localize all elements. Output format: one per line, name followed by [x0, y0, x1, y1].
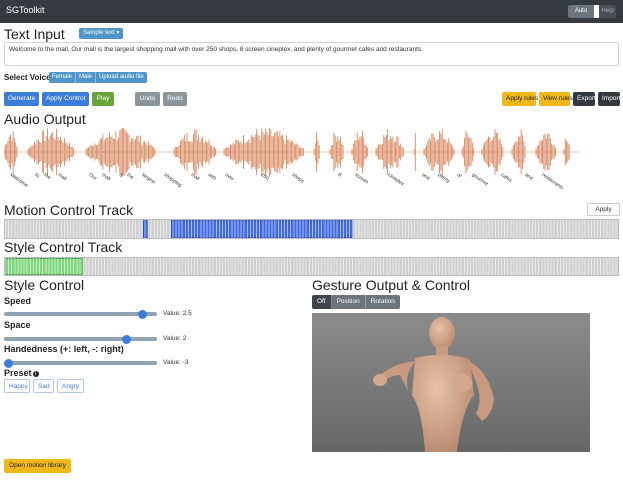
preset-label-text: Preset	[4, 368, 32, 378]
speed-slider[interactable]	[4, 309, 157, 319]
track-grid	[5, 220, 618, 238]
caret-down-icon: ▾	[116, 30, 120, 36]
style-track-heading: Style Control Track	[4, 239, 123, 255]
audio-output-heading: Audio Output	[4, 111, 86, 127]
help-toggle-label[interactable]: Help	[599, 5, 616, 18]
style-control-track[interactable]	[4, 257, 619, 276]
tab-rotation[interactable]: Rotation	[365, 295, 400, 309]
motion-control-track[interactable]	[4, 219, 619, 239]
voice-female[interactable]: Female	[49, 72, 77, 83]
preset-label: Preset i	[4, 368, 39, 378]
voice-male[interactable]: Male	[76, 72, 97, 83]
tab-position[interactable]: Position	[331, 295, 366, 309]
word-label: of	[455, 172, 463, 180]
view-rules-button[interactable]: View rules	[539, 92, 573, 106]
gesture-3d-viewport[interactable]	[312, 313, 590, 452]
space-label: Space	[4, 320, 31, 330]
voice-upload[interactable]: Upload audio file	[96, 72, 147, 83]
space-slider-thumb[interactable]	[122, 334, 132, 344]
gesture-output-heading: Gesture Output & Control	[312, 277, 470, 293]
apply-control-button[interactable]: Apply Control	[42, 92, 89, 106]
export-button[interactable]: Export	[573, 92, 596, 106]
word-label: to	[33, 172, 41, 180]
space-value: Value: 2	[163, 335, 187, 342]
auto-help-toggle[interactable]: Auto Help	[568, 5, 616, 18]
undo-button[interactable]: Undo	[135, 92, 160, 106]
app-brand[interactable]: SGToolkit	[6, 5, 45, 15]
speed-slider-thumb[interactable]	[137, 309, 147, 319]
handedness-label: Handedness (+: left, -: right)	[4, 344, 124, 354]
open-motion-library-button[interactable]: Open motion library	[4, 459, 71, 473]
preset-happy-button[interactable]: Happy	[4, 379, 30, 393]
select-voice-label: Select Voice	[4, 73, 51, 82]
generate-button[interactable]: Generate	[4, 92, 39, 106]
speed-label: Speed	[4, 296, 32, 306]
sample-text-dropdown[interactable]: Sample text ▾	[79, 28, 124, 39]
tab-off[interactable]: Off	[312, 295, 332, 309]
space-slider[interactable]	[4, 334, 157, 344]
preset-sad-button[interactable]: Sad	[33, 379, 54, 393]
text-input-heading: Text Input	[4, 26, 65, 42]
play-button[interactable]: Play	[92, 92, 114, 106]
track-grid	[5, 258, 618, 275]
text-input-field[interactable]: Welcome to the mall. Our mall is the lar…	[4, 42, 619, 66]
style-control-heading: Style Control	[4, 277, 85, 293]
apply-rules-button[interactable]: Apply rules	[502, 92, 538, 106]
motion-track-heading: Motion Control Track	[4, 202, 134, 218]
auto-toggle-label[interactable]: Auto	[568, 5, 594, 18]
audio-waveform[interactable]	[4, 128, 579, 176]
avatar-figure	[373, 317, 494, 452]
handedness-slider[interactable]	[4, 358, 157, 368]
redo-button[interactable]: Redo	[163, 92, 187, 106]
handedness-slider-thumb[interactable]	[4, 358, 13, 368]
gesture-control-tabs: Off Position Rotation	[312, 295, 400, 309]
navbar: SGToolkit Auto Help	[0, 0, 623, 23]
info-icon[interactable]: i	[32, 370, 39, 377]
speed-value: Value: 2.5	[163, 310, 192, 317]
import-button[interactable]: Import	[598, 92, 620, 106]
sample-text-label: Sample text	[83, 30, 115, 36]
preset-angry-button[interactable]: Angry	[57, 379, 84, 393]
motion-apply-button[interactable]: Apply	[587, 203, 620, 216]
handedness-value: Value: -3	[163, 359, 189, 366]
voice-selector: Female Male Upload audio file	[49, 72, 147, 83]
